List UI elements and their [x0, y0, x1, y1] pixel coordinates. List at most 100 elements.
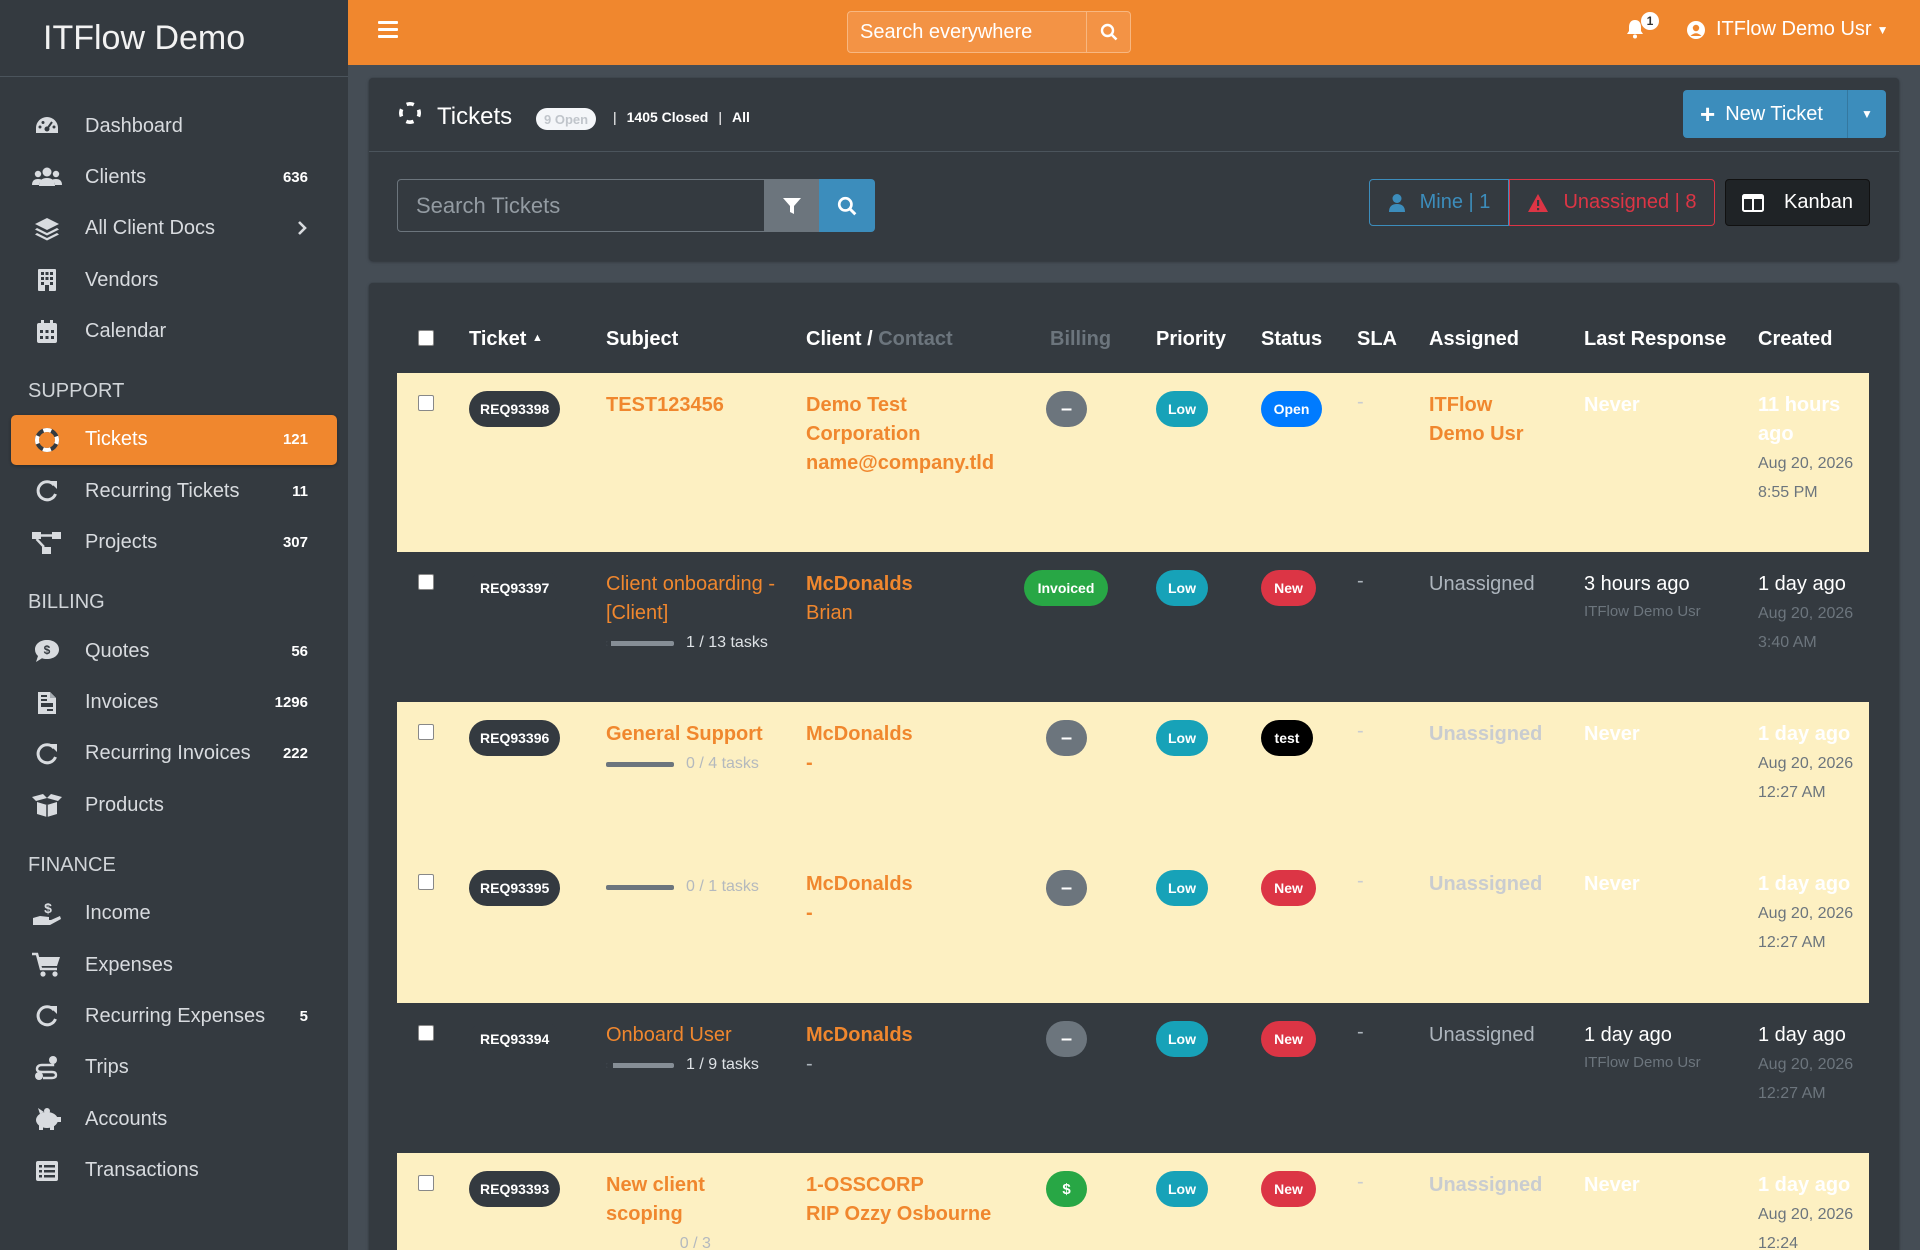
global-search-input[interactable]: Search everywhere: [847, 11, 1087, 53]
ticket-subject-link[interactable]: New client scoping: [606, 1171, 746, 1229]
task-progress: 0 / 3 tasks: [606, 1235, 746, 1250]
sidebar-item-clients[interactable]: Clients 636: [11, 152, 337, 202]
col-last-response[interactable]: Last Response: [1584, 328, 1726, 351]
client-link[interactable]: McDonalds: [806, 720, 1006, 749]
page-title: Tickets: [399, 102, 512, 131]
col-subject[interactable]: Subject: [606, 328, 678, 351]
sidebar-item-accounts[interactable]: Accounts: [11, 1094, 337, 1144]
sidebar-item-recurring-tickets[interactable]: Recurring Tickets 11: [11, 466, 337, 516]
shopping-cart-icon: [32, 951, 62, 979]
sidebar-item-vendors[interactable]: Vendors: [11, 255, 337, 305]
table-row[interactable]: REQ93396 General Support 0 / 4 tasks McD…: [397, 702, 1869, 852]
ticket-search-button[interactable]: [819, 179, 875, 232]
ticket-subject-link[interactable]: Onboard User: [606, 1021, 781, 1050]
client-link[interactable]: 1-OSSCORP: [806, 1171, 1026, 1200]
sidebar-item-products[interactable]: Products: [11, 780, 337, 830]
filter-button[interactable]: [765, 179, 819, 232]
ticket-number-badge[interactable]: REQ93394: [469, 1021, 561, 1057]
new-ticket-button[interactable]: + New Ticket: [1683, 90, 1848, 138]
task-progress-bar: [606, 884, 674, 890]
col-assigned[interactable]: Assigned: [1429, 328, 1519, 351]
col-sla[interactable]: SLA: [1357, 328, 1397, 351]
brand-link[interactable]: ITFlow Demo: [0, 0, 348, 77]
sidebar-item-dashboard[interactable]: Dashboard: [11, 101, 337, 151]
row-checkbox[interactable]: [418, 874, 434, 890]
contact-link[interactable]: -: [806, 1050, 1006, 1079]
sidebar-item-calendar[interactable]: Calendar: [11, 307, 337, 357]
sidebar-item-projects[interactable]: Projects 307: [11, 518, 337, 568]
sidebar-item-expenses[interactable]: Expenses: [11, 940, 337, 990]
new-ticket-dropdown-toggle[interactable]: ▼: [1848, 107, 1886, 121]
table-row[interactable]: REQ93393 New client scoping 0 / 3 tasks …: [397, 1153, 1869, 1250]
ticket-subject-link[interactable]: Client onboarding - [Client]: [606, 570, 781, 628]
user-menu[interactable]: ITFlow Demo Usr ▼: [1686, 18, 1888, 41]
contact-link[interactable]: name@company.tld: [806, 449, 1006, 478]
row-checkbox[interactable]: [418, 724, 434, 740]
client-link[interactable]: McDonalds: [806, 1021, 1006, 1050]
contact-link[interactable]: Brian: [806, 599, 1006, 628]
sidebar-item-recurring-invoices[interactable]: Recurring Invoices 222: [11, 729, 337, 779]
col-client[interactable]: Client / Contact: [806, 328, 953, 351]
sidebar-item-label: Products: [85, 793, 164, 816]
mine-filter-button[interactable]: Mine | 1: [1369, 179, 1509, 226]
created-absolute: Aug 20, 2026 12:27 AM: [1758, 905, 1854, 951]
row-checkbox[interactable]: [418, 574, 434, 590]
client-link[interactable]: Demo Test Corporation: [806, 391, 1006, 449]
sidebar-item-recurring-expenses[interactable]: Recurring Expenses 5: [11, 991, 337, 1041]
client-link[interactable]: McDonalds: [806, 570, 1006, 599]
ticket-subject-link[interactable]: General Support: [606, 720, 781, 749]
last-response-value: Never: [1584, 873, 1640, 895]
ticket-number-badge[interactable]: REQ93397: [469, 570, 561, 606]
sidebar-item-trips[interactable]: Trips: [11, 1043, 337, 1093]
sidebar-item-tickets[interactable]: Tickets 121: [11, 414, 337, 465]
filter-icon: [783, 197, 801, 214]
ticket-number-badge[interactable]: REQ93393: [469, 1171, 561, 1207]
col-ticket-label: Ticket: [469, 328, 527, 350]
open-filter-badge[interactable]: 9 Open: [536, 108, 597, 130]
billing-badge: –: [1046, 720, 1087, 756]
col-created[interactable]: Created: [1758, 328, 1832, 351]
kanban-button[interactable]: Kanban: [1725, 179, 1870, 226]
col-billing[interactable]: Billing: [1050, 328, 1111, 351]
all-filter-link[interactable]: All: [732, 109, 750, 125]
sidebar-item-transactions[interactable]: Transactions: [11, 1146, 337, 1196]
last-response-by: ITFlow Demo Usr: [1584, 1054, 1701, 1071]
sidebar-item-quotes[interactable]: $ Quotes 56: [11, 626, 337, 676]
ticket-subject-link[interactable]: TEST123456: [606, 391, 776, 420]
client-link[interactable]: McDonalds: [806, 870, 1006, 899]
caret-down-icon: ▼: [1876, 22, 1889, 37]
card-header: Tickets 9 Open | 1405 Closed | All + New …: [369, 78, 1899, 152]
contact-link[interactable]: -: [806, 899, 1006, 928]
sidebar-item-label: Calendar: [85, 320, 167, 343]
table-row[interactable]: REQ93398 TEST123456 Demo Test Corporatio…: [397, 373, 1869, 552]
unassigned-filter-button[interactable]: Unassigned | 8: [1509, 179, 1715, 226]
ticket-search-input[interactable]: Search Tickets: [397, 179, 765, 232]
table-row[interactable]: REQ93397 Client onboarding - [Client] 1 …: [397, 552, 1869, 702]
table-row[interactable]: REQ93395 0 / 1 tasks McDonalds - – Low N…: [397, 852, 1869, 1003]
sidebar-item-invoices[interactable]: Invoices 1296: [11, 678, 337, 728]
global-search-button[interactable]: [1087, 11, 1131, 53]
subject-cell: New client scoping 0 / 3 tasks: [606, 1171, 746, 1250]
billing-badge: –: [1046, 391, 1087, 427]
ticket-number-badge[interactable]: REQ93396: [469, 720, 561, 756]
ticket-number-badge[interactable]: REQ93398: [469, 391, 561, 427]
ticket-number-badge[interactable]: REQ93395: [469, 870, 561, 906]
row-checkbox[interactable]: [418, 1025, 434, 1041]
closed-filter-link[interactable]: 1405 Closed: [627, 109, 709, 125]
table-row[interactable]: REQ93394 Onboard User 1 / 9 tasks McDona…: [397, 1003, 1869, 1153]
sidebar-item-all-client-docs[interactable]: All Client Docs: [11, 204, 337, 254]
col-status[interactable]: Status: [1261, 328, 1322, 351]
sidebar-item-label: Recurring Invoices: [85, 742, 251, 765]
contact-link[interactable]: -: [806, 749, 1006, 778]
status-badge: New: [1261, 570, 1316, 606]
file-invoice-icon: [32, 689, 62, 717]
row-checkbox[interactable]: [418, 1175, 434, 1191]
row-checkbox[interactable]: [418, 395, 434, 411]
sidebar-item-income[interactable]: $ Income: [11, 889, 337, 939]
task-progress-label: 1 / 9 tasks: [686, 1056, 759, 1073]
col-ticket[interactable]: Ticket ▲: [469, 328, 543, 351]
col-priority[interactable]: Priority: [1156, 328, 1226, 351]
select-all-checkbox[interactable]: [418, 330, 434, 346]
menu-toggle-icon[interactable]: [378, 21, 398, 39]
contact-link[interactable]: RIP Ozzy Osbourne: [806, 1200, 1026, 1229]
